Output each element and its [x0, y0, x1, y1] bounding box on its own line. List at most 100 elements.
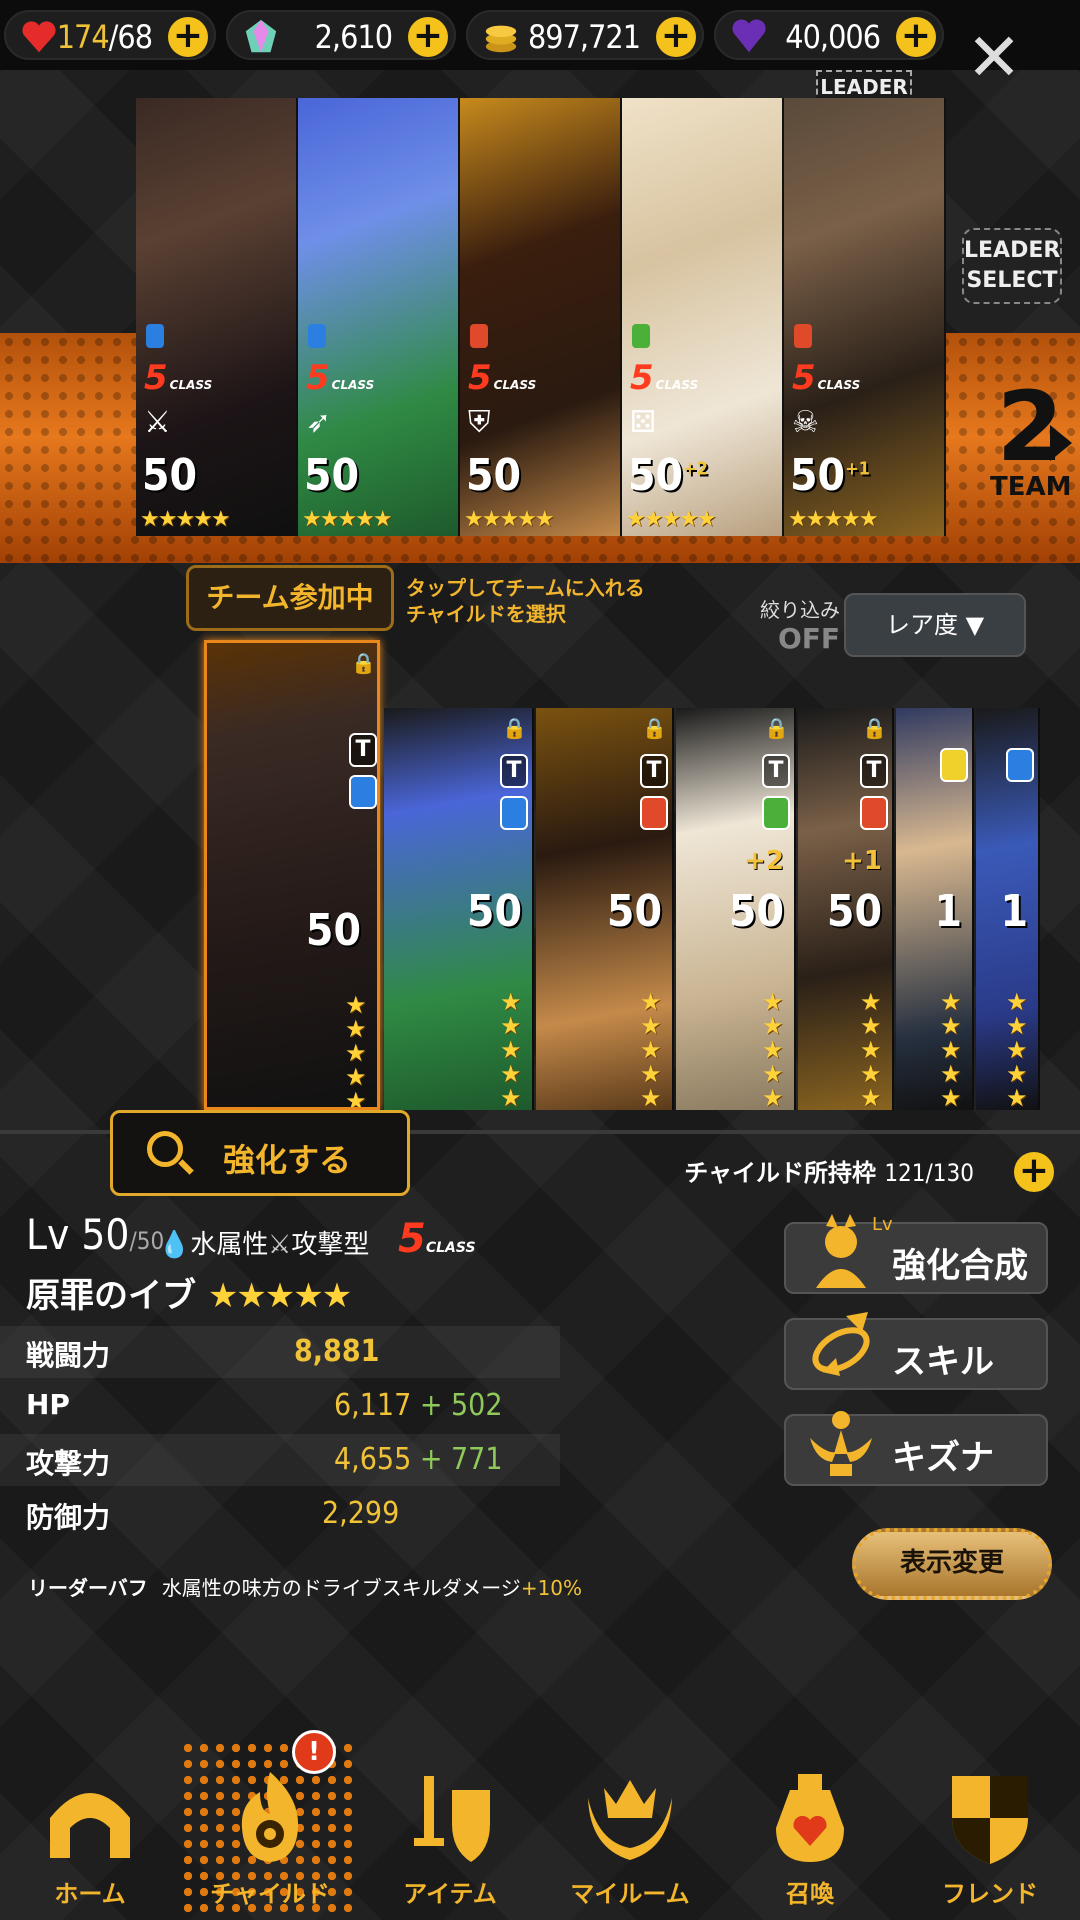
leader-buff-percent: +10% [520, 1576, 583, 1600]
element-icon [349, 775, 377, 809]
child-card-selected[interactable]: 🔒 T 50 ★ ★ ★ ★ ★ [204, 640, 380, 1110]
team-member-card[interactable]: 5 CLASS ➶ 50 ★★★★★ [298, 98, 460, 536]
lock-icon: 🔒 [642, 716, 667, 740]
owned-add-button[interactable]: + [1014, 1152, 1054, 1192]
nav-child[interactable]: チャイルド [180, 1740, 360, 1920]
child-level: 1 [1000, 886, 1028, 937]
class-number: 5 [398, 1216, 426, 1262]
nav-myroom-label: マイルーム [570, 1880, 690, 1908]
member-level: 50 [304, 450, 360, 501]
team-member-card[interactable]: 5 CLASS ⚔ 50 ★★★★★ [136, 98, 298, 536]
gem-icon [245, 19, 277, 53]
team-member-card[interactable]: 5 CLASS ☠ 50+1 ★★★★★ [784, 98, 946, 536]
element-icon [640, 796, 668, 830]
flame-eye-icon [220, 1768, 320, 1868]
rarity-stars: ★★★★★ [860, 988, 882, 1110]
in-team-button[interactable]: チーム参加中 [186, 565, 394, 631]
hint-line-1: タップしてチームに入れる [406, 576, 645, 600]
element-icon [308, 324, 326, 348]
lock-icon: 🔒 [351, 651, 376, 675]
nav-item[interactable]: アイテム [360, 1740, 540, 1920]
child-plus: +1 [842, 846, 882, 876]
hint-line-2: チャイルドを選択 [406, 602, 566, 626]
child-plus: +2 [744, 846, 784, 876]
close-icon[interactable]: ✕ [962, 25, 1026, 92]
member-level: 50 [142, 450, 198, 501]
enhance-button[interactable]: 強化する [110, 1110, 410, 1196]
stat-row: 防御力 2,299 [0, 1488, 560, 1540]
child-card[interactable]: 1 ★ ★ ★ ★ ★ [896, 708, 974, 1110]
stat-value: 4,655 + 771 [334, 1442, 503, 1477]
nav-myroom[interactable]: マイルーム [540, 1740, 720, 1920]
gold-add-button[interactable]: + [656, 17, 696, 57]
team-word: TEAM [990, 472, 1072, 502]
stat-row: 攻撃力 4,655 + 771 [0, 1434, 560, 1486]
attack-type: ⚔攻撃型 [268, 1224, 369, 1261]
stat-row: 戦闘力 8,881 [0, 1326, 560, 1378]
team-member-card[interactable]: 5 CLASS ⛨ 50 ★★★★★ [460, 98, 622, 536]
skill-label: スキル [892, 1342, 994, 1382]
lock-icon: 🔒 [502, 716, 527, 740]
heart-gem-value: 40,006 [785, 18, 881, 56]
class-badge: 5CLASS [398, 1216, 476, 1262]
stamina-max: /68 [108, 18, 153, 56]
leader-buff-label: リーダーバフ [28, 1576, 148, 1600]
child-card[interactable]: 🔒 T 50 +1 ★ ★ ★ ★ ★ [798, 708, 894, 1110]
fusion-label: 強化合成 [892, 1246, 1028, 1286]
member-level: 50 [466, 450, 522, 501]
shield-icon [940, 1768, 1040, 1868]
class-badge: 5CLASS [144, 358, 213, 398]
stat-value: 6,117 + 502 [334, 1388, 503, 1423]
child-alert-badge: ! [292, 1730, 336, 1774]
rarity-stars: ★★★★★ [762, 988, 784, 1110]
kizuna-button[interactable]: キズナ [784, 1411, 1048, 1486]
level-display: Lv 50/50 [26, 1210, 164, 1259]
child-carousel[interactable]: 🔒 T 50 ★ ★ ★ ★ ★ 🔒 T 50 ★ ★ ★ ★ ★ 🔒 T 50 ★ ★ ★ ★ ★ 🔒 T 50 +2 ★ ★ ★ ★ ★ 🔒 T… [0, 640, 1080, 1120]
swords-icon: ⚔ [144, 405, 171, 440]
nav-summon[interactable]: 召喚 [720, 1740, 900, 1920]
heart-gem-counter: 40,006 + [714, 10, 944, 60]
leader-buff-text: 水属性の味方のドライブスキルダメージ [161, 1576, 521, 1600]
stat-key: 攻撃力 [26, 1447, 111, 1480]
dice-icon: ⚄ [630, 405, 657, 440]
fusion-button[interactable]: Lv 強化合成 [784, 1214, 1048, 1294]
rarity-stars: ★★★★★ [788, 507, 879, 532]
skill-icon [806, 1302, 876, 1392]
child-card[interactable]: 🔒 T 50 ★ ★ ★ ★ ★ [384, 708, 534, 1110]
child-card[interactable]: 1 ★ ★ ★ ★ ★ [976, 708, 1040, 1110]
display-change-button[interactable]: 表示変更 [852, 1528, 1052, 1600]
nav-friend[interactable]: フレンド [900, 1740, 1080, 1920]
stamina-add-button[interactable]: + [168, 17, 208, 57]
rarity-stars: ★★★★★ [626, 507, 717, 532]
child-level: 1 [934, 886, 962, 937]
select-hint: タップしてチームに入れる チャイルドを選択 [406, 575, 666, 627]
child-card[interactable]: 🔒 T 50 +2 ★ ★ ★ ★ ★ [676, 708, 796, 1110]
lock-icon: 🔒 [764, 716, 789, 740]
team-badge: T [860, 754, 888, 788]
stat-key: 戦闘力 [26, 1339, 111, 1372]
lock-icon: 🔒 [862, 716, 887, 740]
member-level: 50+2 [628, 450, 708, 501]
child-name: 原罪のイブ ★★★★★ [26, 1268, 352, 1317]
class-badge: 5CLASS [468, 358, 537, 398]
attack-type-label: 攻撃型 [291, 1230, 370, 1260]
leader-select-button[interactable]: LEADER SELECT [962, 228, 1062, 304]
element-icon [762, 796, 790, 830]
coin-stack-icon [485, 25, 517, 53]
team-member-card[interactable]: 5 CLASS ⚄ 50+2 ★★★★★ [622, 98, 784, 536]
member-level: 50+1 [790, 450, 870, 501]
child-level: 50 [305, 905, 361, 956]
element-icon [500, 796, 528, 830]
heart-gem-add-button[interactable]: + [896, 17, 936, 57]
class-word: CLASS [425, 1240, 476, 1256]
wing-icon: ➶ [306, 405, 332, 440]
fusion-lv-sup: Lv [872, 1214, 893, 1235]
nav-home[interactable]: ホーム [0, 1740, 180, 1920]
team-badge: T [640, 754, 668, 788]
element-icon [1006, 748, 1034, 782]
child-card[interactable]: 🔒 T 50 ★ ★ ★ ★ ★ [536, 708, 674, 1110]
next-team-arrow-icon[interactable] [1050, 425, 1072, 461]
skill-button[interactable]: スキル [784, 1312, 1048, 1390]
gem-add-button[interactable]: + [408, 17, 448, 57]
swords-icon: ⚔ [268, 1230, 292, 1260]
